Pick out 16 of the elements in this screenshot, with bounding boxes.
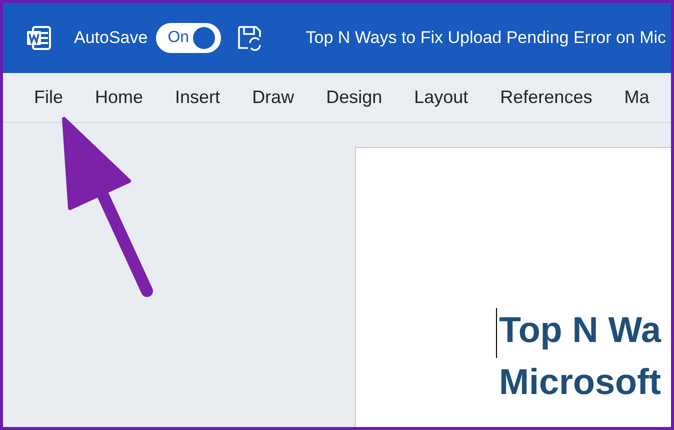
ribbon-tab[interactable]: File [34, 84, 64, 111]
ribbon-tab[interactable]: Layout [414, 84, 468, 111]
autosave-label: AutoSave [74, 27, 148, 50]
word-logo-icon [26, 26, 52, 50]
save-sync-icon[interactable] [236, 25, 262, 51]
ribbon-tab[interactable]: Home [95, 84, 144, 111]
ribbon-tab[interactable]: Draw [252, 84, 294, 111]
ribbon-tab[interactable]: Ma [624, 84, 650, 111]
document-heading-line: Microsoft [499, 360, 661, 404]
ribbon-tab[interactable]: References [500, 84, 592, 111]
ribbon-tab[interactable]: Design [326, 84, 382, 111]
ribbon-tab[interactable]: Insert [175, 84, 220, 111]
document-title: Top N Ways to Fix Upload Pending Error on Mic [306, 27, 666, 50]
document-heading-line: Top N Wa [499, 308, 661, 352]
text-cursor [496, 308, 497, 358]
autosave-toggle[interactable]: On [156, 23, 221, 53]
